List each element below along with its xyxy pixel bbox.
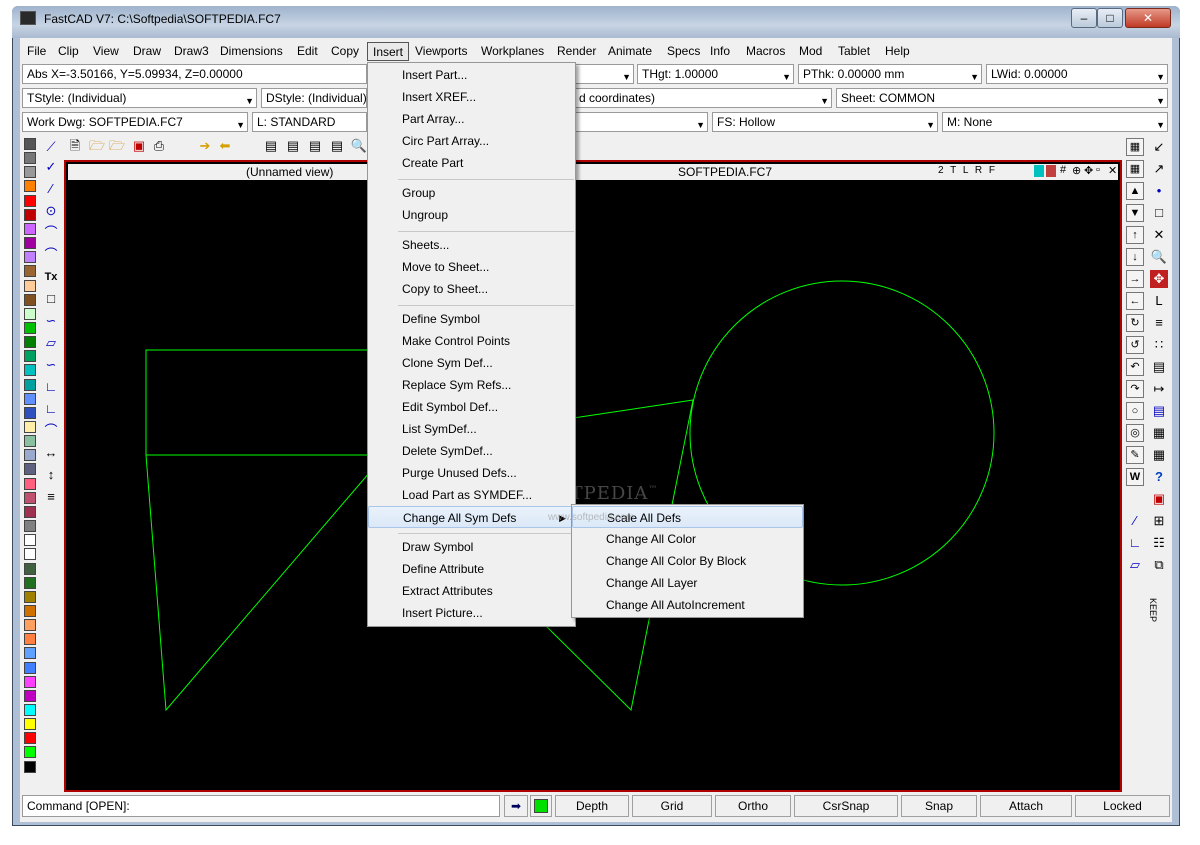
hatch-icon[interactable]: ≡ — [1150, 314, 1168, 332]
layers-icon[interactable]: ▦ — [1126, 138, 1144, 156]
record-icon[interactable]: ▣ — [1150, 490, 1168, 508]
watermark-tm: ™ — [648, 485, 659, 495]
menu-define-attribute[interactable]: Define Attribute — [368, 558, 575, 580]
menu-clone-sym-def[interactable]: Clone Sym Def... — [368, 352, 575, 374]
view-right-icon[interactable]: → — [1126, 270, 1144, 288]
menu-extract-attributes[interactable]: Extract Attributes — [368, 580, 575, 602]
zoom-window-icon[interactable]: ✎ — [1126, 446, 1144, 464]
text-edit-icon[interactable]: ▤ — [1150, 402, 1168, 420]
menu-part-array[interactable]: Part Array... — [368, 108, 575, 130]
tree-icon[interactable]: ☷ — [1150, 534, 1168, 552]
rectangle-shape — [145, 349, 377, 456]
menu-edit-symbol-def[interactable]: Edit Symbol Def... — [368, 396, 575, 418]
l-tool-icon[interactable]: L — [1150, 292, 1168, 310]
menu-load-part-as-symdef[interactable]: Load Part as SYMDEF... — [368, 484, 575, 506]
orbit-left-icon[interactable]: ↶ — [1126, 358, 1144, 376]
rotate-ccw-icon[interactable]: ↺ — [1126, 336, 1144, 354]
watermark-url: www.softpedia.com — [548, 512, 635, 523]
zoom-all-icon[interactable]: ◎ — [1126, 424, 1144, 442]
zoom-circle-icon[interactable]: ○ — [1126, 402, 1144, 420]
submenu-change-all-autoincrement[interactable]: Change All AutoIncrement — [572, 594, 803, 616]
attach-button[interactable]: Attach — [980, 795, 1072, 817]
snap-button[interactable]: Snap — [901, 795, 977, 817]
locked-button[interactable]: Locked — [1075, 795, 1170, 817]
submenu-change-all-color-by-block[interactable]: Change All Color By Block — [572, 550, 803, 572]
edit-tools-column: ↙ ↗ • □ ✕ 🔍 ✥ L ≡ ∷ ▤ ↦ ▤ ▦ ▦ ? ▣ ⊞ ☷ ⧉ … — [1148, 136, 1170, 622]
help-icon[interactable]: ? — [1150, 468, 1168, 486]
view-back-icon[interactable]: ▼ — [1126, 204, 1144, 222]
rotate-cw-icon[interactable]: ↻ — [1126, 314, 1144, 332]
triangle-left-shape — [145, 454, 377, 712]
parallelogram-snap-icon[interactable]: ▱ — [1126, 556, 1144, 574]
cross-select-icon[interactable]: ✕ — [1150, 226, 1168, 244]
menu-group[interactable]: Group — [368, 182, 575, 204]
corner-snap-icon[interactable]: ∟ — [1126, 534, 1144, 552]
view-front-icon[interactable]: ▲ — [1126, 182, 1144, 200]
hatch-diagonal-icon[interactable]: ▤ — [1150, 358, 1168, 376]
menu-separator — [398, 179, 574, 180]
menu-copy-to-sheet[interactable]: Copy to Sheet... — [368, 278, 575, 300]
menu-create-part[interactable]: Create Part — [368, 152, 575, 174]
w-tool-icon[interactable]: W — [1126, 468, 1144, 486]
menu-sheets[interactable]: Sheets... — [368, 234, 575, 256]
menu-separator — [398, 305, 574, 306]
menu-delete-symdef[interactable]: Delete SymDef... — [368, 440, 575, 462]
menu-define-symbol[interactable]: Define Symbol — [368, 308, 575, 330]
menu-change-all-sym-defs-label: Change All Sym Defs — [403, 511, 517, 525]
palette-icon[interactable]: ▦ — [1126, 160, 1144, 178]
select-arrow-icon[interactable]: ↙ — [1150, 138, 1168, 156]
point-icon[interactable]: • — [1150, 182, 1168, 200]
table-icon[interactable]: ⊞ — [1150, 512, 1168, 530]
view-down-icon[interactable]: ↓ — [1126, 248, 1144, 266]
menu-list-symdef[interactable]: List SymDef... — [368, 418, 575, 440]
command-line[interactable]: Command [OPEN]: — [22, 795, 500, 817]
magnify-icon[interactable]: 🔍 — [1150, 248, 1168, 266]
measure-icon[interactable]: ↦ — [1150, 380, 1168, 398]
menu-draw-symbol[interactable]: Draw Symbol — [368, 536, 575, 558]
submenu-change-all-color[interactable]: Change All Color — [572, 528, 803, 550]
window-select-icon[interactable]: □ — [1150, 204, 1168, 222]
grid-button[interactable]: Grid — [632, 795, 712, 817]
line-snap-icon[interactable]: ∕ — [1126, 512, 1144, 530]
stack-icon[interactable]: ⧉ — [1150, 556, 1168, 574]
insert-menu: Insert Part... Insert XREF... Part Array… — [367, 62, 576, 627]
menu-ungroup[interactable]: Ungroup — [368, 204, 575, 226]
snap-arrow-button[interactable]: ➡ — [504, 795, 528, 817]
pointer-icon[interactable]: ↗ — [1150, 160, 1168, 178]
menu-make-control-points[interactable]: Make Control Points — [368, 330, 575, 352]
snap-tools-column: ∕ ∟ ▱ — [1126, 510, 1146, 580]
view-left-icon[interactable]: ← — [1126, 292, 1144, 310]
orbit-right-icon[interactable]: ↷ — [1126, 380, 1144, 398]
hatch-dots-icon[interactable]: ∷ — [1150, 336, 1168, 354]
menu-insert-part[interactable]: Insert Part... — [368, 64, 575, 86]
menu-replace-sym-refs[interactable]: Replace Sym Refs... — [368, 374, 575, 396]
command-prompt: Command [OPEN]: — [27, 799, 130, 813]
arrow-right-icon: ➡ — [510, 799, 522, 813]
menu-separator — [398, 231, 574, 232]
menu-insert-picture[interactable]: Insert Picture... — [368, 602, 575, 624]
cad-geometry — [145, 280, 995, 712]
grid-tool-icon[interactable]: ▦ — [1150, 424, 1168, 442]
color-grid-icon[interactable]: ▦ — [1150, 446, 1168, 464]
menu-separator — [398, 533, 574, 534]
ortho-button[interactable]: Ortho — [715, 795, 791, 817]
menu-insert-xref[interactable]: Insert XREF... — [368, 86, 575, 108]
menu-circ-part-array[interactable]: Circ Part Array... — [368, 130, 575, 152]
menu-change-all-sym-defs[interactable]: Change All Sym Defs ▶ — [368, 506, 575, 528]
view-tools-column: ▦ ▦ ▲ ▼ ↑ ↓ → ← ↻ ↺ ↶ ↷ ○ ◎ ✎ W — [1124, 136, 1146, 486]
menu-purge-unused-defs[interactable]: Purge Unused Defs... — [368, 462, 575, 484]
keep-label[interactable]: KEEP — [1148, 598, 1158, 622]
color-indicator-button[interactable] — [530, 795, 552, 817]
menu-move-to-sheet[interactable]: Move to Sheet... — [368, 256, 575, 278]
current-color-swatch — [534, 799, 548, 813]
depth-button[interactable]: Depth — [555, 795, 629, 817]
csrsnap-button[interactable]: CsrSnap — [794, 795, 898, 817]
submenu-change-all-layer[interactable]: Change All Layer — [572, 572, 803, 594]
view-up-icon[interactable]: ↑ — [1126, 226, 1144, 244]
move-icon[interactable]: ✥ — [1150, 270, 1168, 288]
